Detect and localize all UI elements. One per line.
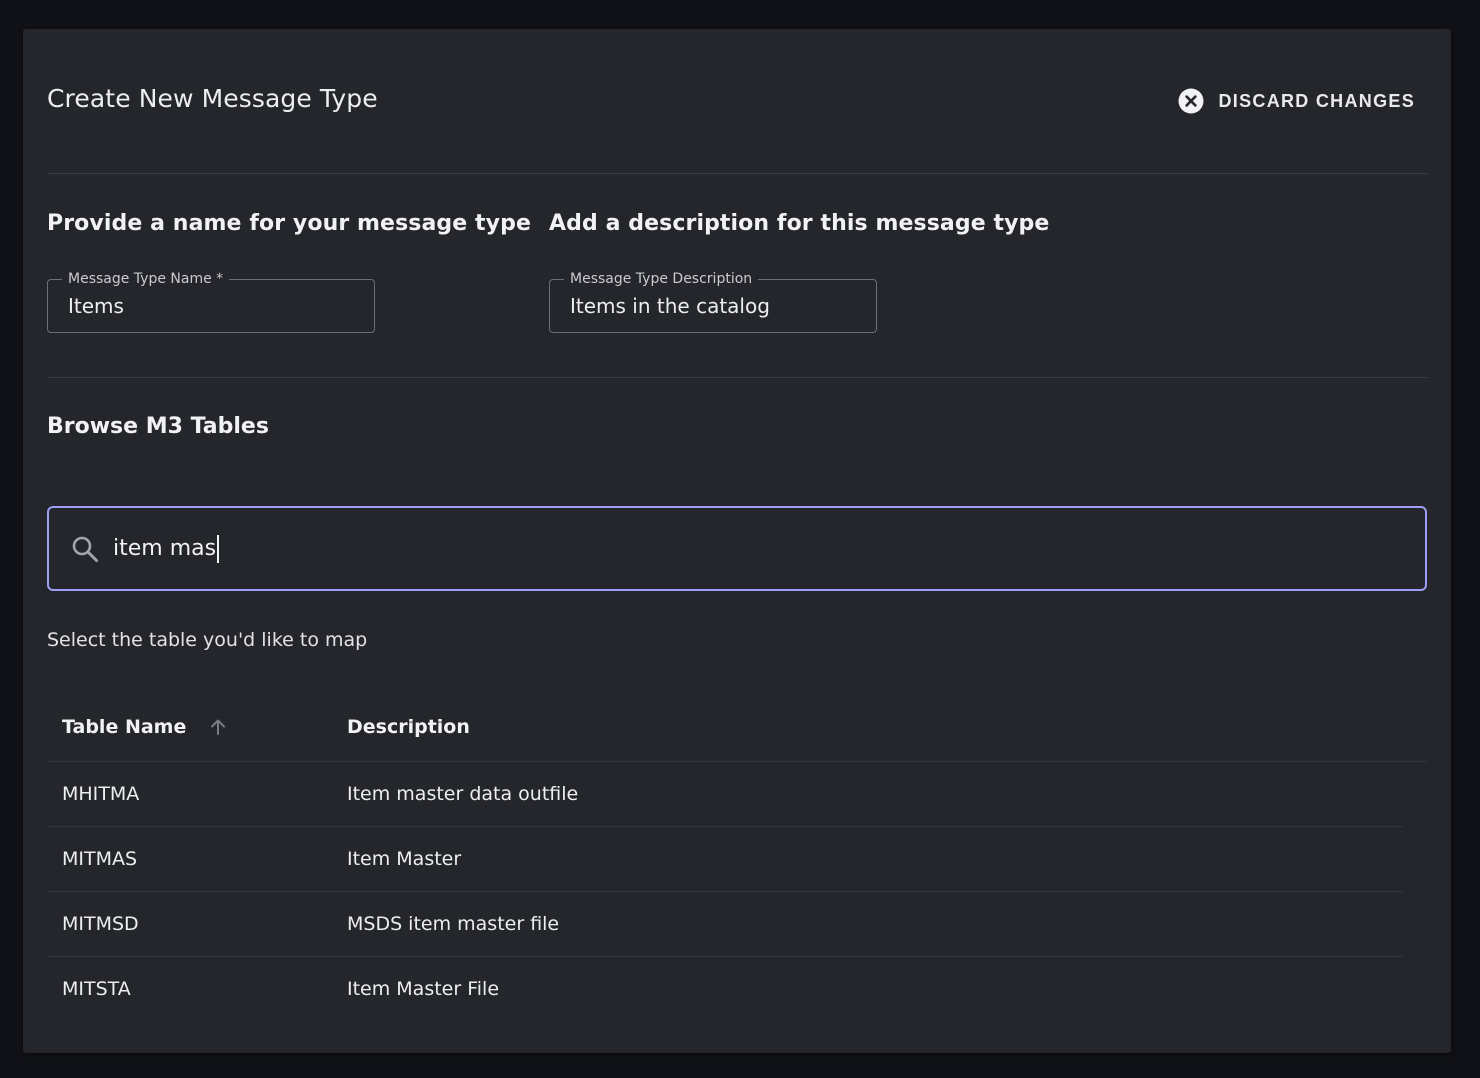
message-type-name-label: Message Type Name * xyxy=(62,270,230,288)
column-header-description: Description xyxy=(347,716,1427,738)
table-search-box[interactable]: item mas xyxy=(47,506,1427,591)
discard-changes-button[interactable]: DISCARD CHANGES xyxy=(1178,88,1415,114)
table-description-cell: Item Master File xyxy=(347,978,500,1000)
table-row[interactable]: MITMSD MSDS item master file xyxy=(47,892,1403,957)
message-type-name-field[interactable]: Message Type Name * Items xyxy=(47,270,375,333)
browse-tables-heading: Browse M3 Tables xyxy=(47,414,269,439)
table-row[interactable]: MITMAS Item Master xyxy=(47,827,1403,892)
close-circle-icon xyxy=(1178,88,1204,114)
message-type-description-value: Items in the catalog xyxy=(570,294,770,318)
text-caret xyxy=(217,534,219,563)
table-name-cell: MITSTA xyxy=(62,978,131,1000)
table-row[interactable]: MHITMA Item master data outfile xyxy=(47,762,1403,827)
message-type-name-value: Items xyxy=(68,294,124,318)
arrow-up-icon[interactable] xyxy=(208,717,228,737)
discard-changes-label: DISCARD CHANGES xyxy=(1218,90,1415,111)
table-header-row: Table Name Description xyxy=(47,693,1427,762)
section-divider xyxy=(47,377,1427,378)
table-name-cell: MITMSD xyxy=(62,913,139,935)
column-header-table-name-label: Table Name xyxy=(62,716,187,738)
column-header-description-label: Description xyxy=(347,716,470,738)
message-type-description-field[interactable]: Message Type Description Items in the ca… xyxy=(549,270,877,333)
column-header-table-name[interactable]: Table Name xyxy=(47,716,347,738)
table-name-cell: MHITMA xyxy=(62,783,140,805)
name-section-heading: Provide a name for your message type xyxy=(47,211,531,236)
table-row[interactable]: MITSTA Item Master File xyxy=(47,957,1403,1021)
search-icon xyxy=(71,535,99,563)
table-description-cell: Item master data outfile xyxy=(347,783,579,805)
description-section-heading: Add a description for this message type xyxy=(549,211,1050,236)
table-description-cell: MSDS item master file xyxy=(347,913,560,935)
m3-tables-table: Table Name Description MHITMA Item maste… xyxy=(47,693,1427,1021)
search-input-text: item mas xyxy=(113,536,217,561)
message-type-description-label: Message Type Description xyxy=(564,270,759,288)
page-title: Create New Message Type xyxy=(47,84,378,113)
create-message-type-panel: Create New Message Type DISCARD CHANGES … xyxy=(23,29,1451,1053)
table-search-input[interactable]: item mas xyxy=(113,534,219,563)
table-description-cell: Item Master xyxy=(347,848,462,870)
table-name-cell: MITMAS xyxy=(62,848,138,870)
panel-header: Create New Message Type DISCARD CHANGES xyxy=(47,29,1427,174)
select-table-hint: Select the table you'd like to map xyxy=(47,629,368,651)
